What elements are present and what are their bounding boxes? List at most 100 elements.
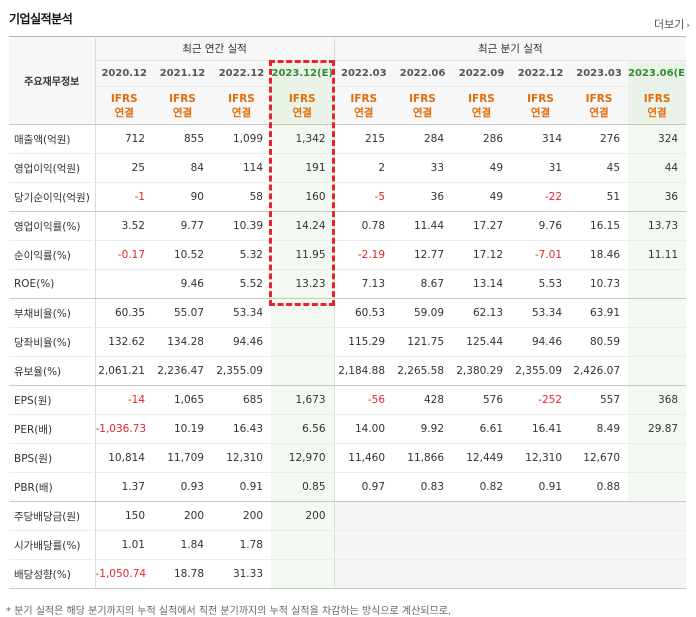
table-cell: 114 — [212, 153, 271, 183]
table-cell: 94.46 — [212, 327, 271, 357]
row-label: 배당성향(%) — [9, 559, 96, 589]
accounting-standard-label: IFRS — [228, 92, 255, 105]
table-cell: 1,673 — [271, 385, 335, 415]
table-cell: 16.41 — [511, 414, 571, 444]
accounting-standard-label: IFRS — [468, 92, 495, 105]
table-cell: 25 — [95, 153, 153, 183]
table-cell — [628, 501, 687, 531]
accounting-standard-label: IFRS — [350, 92, 378, 105]
table-cell: 276 — [570, 124, 629, 154]
period-unit-header: IFRS 연결 — [511, 86, 571, 125]
table-cell: 12,670 — [570, 443, 629, 473]
table-cell: 11,866 — [393, 443, 453, 473]
row-label: 매출액(억원) — [9, 124, 96, 154]
table-cell: 14.00 — [333, 414, 394, 444]
table-cell: 11,460 — [333, 443, 394, 473]
accounting-standard-label: IFRS — [169, 92, 196, 105]
table-cell: -7.01 — [511, 240, 571, 270]
table-cell: 5.53 — [511, 269, 571, 299]
table-cell: 31.33 — [212, 559, 271, 589]
table-cell — [271, 298, 335, 328]
table-cell: 150 — [95, 501, 153, 531]
table-cell — [628, 472, 687, 502]
table-cell: 0.88 — [570, 472, 629, 502]
table-row: 당좌비율(%) 132.62 134.28 94.46 115.29 121.75 125.… — [9, 327, 687, 357]
consolidation-label: 연결 — [589, 106, 609, 119]
consolidation-label: 연결 — [647, 106, 667, 119]
table-cell: -1 — [95, 182, 153, 212]
table-cell — [271, 356, 335, 386]
table-row: 배당성향(%) -1,050.74 18.78 31.33 — [9, 559, 687, 589]
table-cell: 55.07 — [153, 298, 212, 328]
consolidation-label: 연결 — [114, 106, 134, 119]
table-cell — [333, 559, 394, 589]
accounting-standard-label: IFRS — [527, 92, 554, 105]
table-cell: 5.32 — [212, 240, 271, 270]
table-cell: 13.14 — [452, 269, 512, 299]
table-row: 영업이익률(%) 3.52 9.77 10.39 14.24 0.78 11.44 17.27… — [9, 211, 687, 241]
table-cell: 58 — [212, 182, 271, 212]
table-row: 순이익률(%) -0.17 10.52 5.32 11.95 -2.19 12.77 17.1… — [9, 240, 687, 270]
table-cell: 12.77 — [393, 240, 453, 270]
table-cell: 63.91 — [570, 298, 629, 328]
period-unit-header: IFRS 연결 — [393, 86, 453, 125]
table-cell — [570, 530, 629, 560]
period-header: 2022.12 — [511, 60, 571, 87]
table-cell: 576 — [452, 385, 512, 415]
table-cell: 49 — [452, 182, 512, 212]
table-cell: 0.85 — [271, 472, 335, 502]
table-cell: 712 — [95, 124, 153, 154]
table-cell: 134.28 — [153, 327, 212, 357]
table-cell: 2,236.47 — [153, 356, 212, 386]
table-cell: 11.44 — [393, 211, 453, 241]
unit-header-row: IFRS 연결 IFRS 연결 IFRS 연결 IFRS 연결 IFRS 연결 IFRS 연결 IFRS… — [9, 86, 687, 125]
financial-summary-table: 주요재무정보 최근 연간 실적 최근 분기 실적 2020.12 2021.12 2… — [9, 36, 687, 589]
table-cell: 10,814 — [95, 443, 153, 473]
table-row: 부채비율(%) 60.35 55.07 53.34 60.53 59.09 62.13 53.… — [9, 298, 687, 328]
table-cell: 200 — [212, 501, 271, 531]
table-cell: 10.19 — [153, 414, 212, 444]
table-cell: -0.17 — [95, 240, 153, 270]
period-unit-header: IFRS 연결 — [95, 86, 153, 125]
table-row: 영업이익(억원) 25 84 114 191 2 33 49 31 45 44 — [9, 153, 687, 183]
table-cell: 53.34 — [212, 298, 271, 328]
table-cell: 13.73 — [628, 211, 687, 241]
table-cell: 286 — [452, 124, 512, 154]
table-cell: -14 — [95, 385, 153, 415]
table-cell: 2,426.07 — [570, 356, 629, 386]
table-cell: 1.78 — [212, 530, 271, 560]
table-cell: -1,036.73 — [95, 414, 153, 444]
table-cell — [628, 356, 687, 386]
table-cell: 0.91 — [212, 472, 271, 502]
accounting-standard-label: IFRS — [110, 92, 138, 105]
table-cell: 1.37 — [95, 472, 153, 502]
table-cell: 16.43 — [212, 414, 271, 444]
table-cell: -56 — [333, 385, 394, 415]
more-link[interactable]: 더보기 › — [654, 16, 690, 32]
table-cell: -22 — [511, 182, 571, 212]
table-cell: 90 — [153, 182, 212, 212]
more-link-label: 더보기 — [654, 18, 685, 31]
table-cell: 115.29 — [333, 327, 394, 357]
consolidation-label: 연결 — [354, 106, 374, 119]
table-cell: 8.67 — [393, 269, 453, 299]
table-cell — [393, 559, 453, 589]
table-cell: 31 — [511, 153, 571, 183]
table-cell: 33 — [393, 153, 453, 183]
table-cell: 2,380.29 — [452, 356, 512, 386]
table-cell: 855 — [153, 124, 212, 154]
table-cell: 1.84 — [153, 530, 212, 560]
table-cell: 7.13 — [333, 269, 394, 299]
table-cell — [271, 559, 335, 589]
table-cell: 17.12 — [452, 240, 512, 270]
table-cell: 191 — [271, 153, 335, 183]
table-cell: 45 — [570, 153, 629, 183]
period-header: 2022.09 — [452, 60, 512, 87]
row-label: 당좌비율(%) — [9, 327, 96, 357]
table-cell: 6.61 — [452, 414, 512, 444]
table-cell: 2,184.88 — [333, 356, 394, 386]
table-cell: 200 — [153, 501, 212, 531]
period-header: 2022.06 — [393, 60, 453, 87]
table-cell: 12,310 — [212, 443, 271, 473]
table-cell: 94.46 — [511, 327, 571, 357]
